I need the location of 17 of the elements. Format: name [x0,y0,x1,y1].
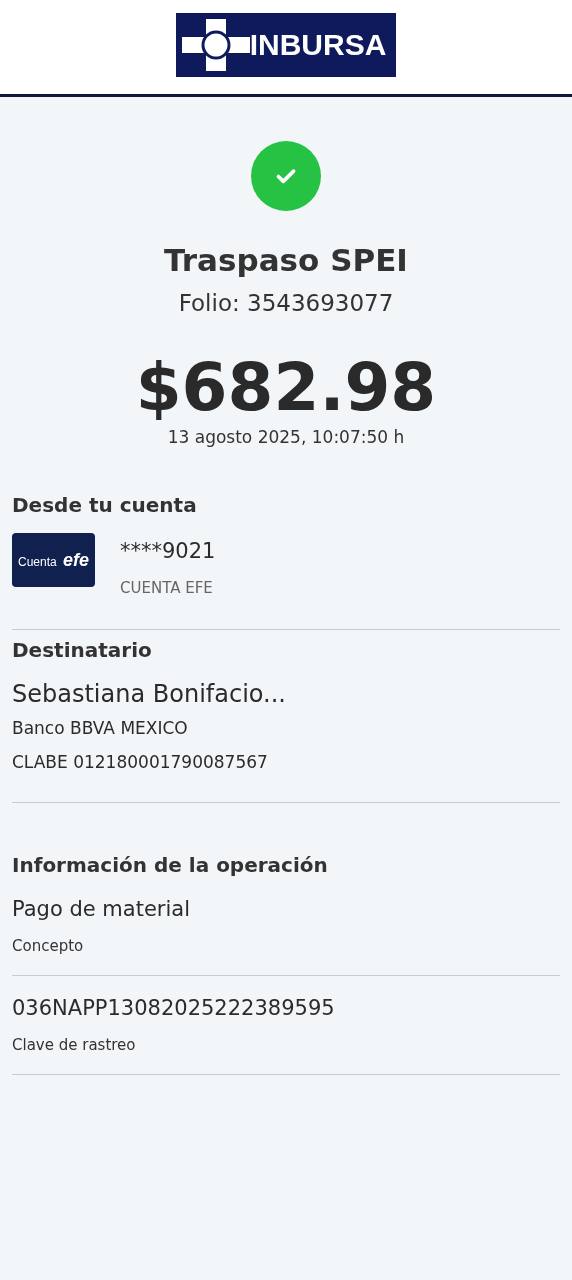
section-heading: Información de la operación [12,852,329,877]
field-label: Clave de rastreo [12,1035,137,1054]
transfer-datetime: 13 agosto 2025, 10:07:50 h [166,426,406,447]
field-value: 036NAPP13082025222389595 [12,995,336,1020]
folio-number: Folio: 3543693077 [177,290,395,316]
section-heading: Desde tu cuenta [12,492,198,517]
recipient-bank: Banco BBVA MEXICO [12,717,189,738]
section-heading: Destinatario [12,637,153,662]
recipient-name: Sebastiana Bonifacio... [12,679,287,708]
recipient-clabe: CLABE 012180001790087567 [12,751,269,772]
transfer-title: Traspaso SPEI [163,242,409,278]
field-label: Concepto [12,936,85,955]
account-card: Cuenta efe [12,532,95,587]
field-value: Pago de material [12,896,192,921]
account-number: ****9021 [120,538,216,563]
amount: $682.98 [134,352,438,425]
account-type: CUENTA EFE [120,578,214,597]
